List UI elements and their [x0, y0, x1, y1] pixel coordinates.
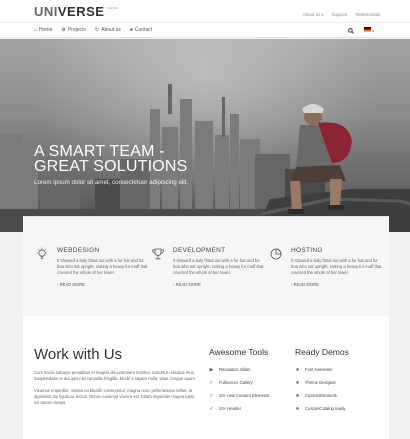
nav-item-contact[interactable]: ● Contact: [130, 27, 152, 33]
refresh-icon: ↻: [94, 27, 100, 33]
list-item[interactable]: ✓ 20+ Header: [209, 402, 269, 415]
language-selector[interactable]: [363, 27, 374, 34]
hero-title: A SMART TEAM - GREAT SOLUTIONS: [34, 143, 188, 175]
main-nav: ⌂ Home ⚙ Projects ↻ About us ● Contact: [34, 27, 152, 33]
work-paragraph: Cum sociis natoque penatibus et magnis d…: [34, 370, 197, 381]
list-item[interactable]: ★ Theme Designer: [295, 376, 346, 389]
site-logo[interactable]: UNIVERSETHEME: [34, 4, 118, 19]
list-item[interactable]: ★ CustomElements: [295, 389, 346, 402]
check-icon: ✓: [209, 405, 214, 412]
list-item[interactable]: ▶ Revolution Slider: [209, 363, 269, 376]
star-icon: ★: [295, 379, 300, 386]
search-icon[interactable]: [347, 27, 354, 34]
list-item[interactable]: ★ Font Awesome: [295, 363, 346, 376]
tools-list: ▶ Revolution Slider ✓ Fullscreen Gallery ✓…: [209, 363, 269, 415]
nav-item-label: About us: [101, 27, 121, 33]
check-icon: ✓: [209, 379, 214, 386]
tools-title: Awesome Tools: [209, 347, 269, 357]
nav-item-home[interactable]: ⌂ Home: [34, 27, 52, 33]
service-text: It showed a lady fitted out with a fur h…: [291, 258, 382, 275]
nav-item-label: Contact: [134, 27, 153, 33]
home-icon: ⌂: [34, 27, 38, 33]
nav-utilities: [347, 27, 374, 34]
top-link-about-us[interactable]: About us: [303, 12, 324, 17]
trophy-icon: [152, 248, 164, 260]
nav-item-label: Projects: [67, 27, 86, 33]
hero-banner: A SMART TEAM - GREAT SOLUTIONS Lorem ips…: [0, 39, 410, 232]
list-item[interactable]: ★ CustomCatalog ready: [295, 402, 345, 415]
work-with-us-title: Work with Us: [34, 346, 123, 363]
service-text: It showed a lady fitted out with a fur h…: [173, 258, 264, 275]
service-title: HOSTING: [291, 247, 323, 254]
demos-title: Ready Demos: [295, 347, 349, 357]
nav-item-about-us[interactable]: ↻ About us: [95, 27, 121, 33]
top-link-testimonials[interactable]: Testimonials: [355, 12, 380, 17]
lightbulb-icon: [36, 247, 48, 259]
service-title: WEBDESIGN: [57, 247, 100, 254]
read-more-link[interactable]: › READ MORE: [291, 282, 319, 287]
star-icon: ★: [295, 366, 300, 373]
nav-item-label: Home: [39, 27, 53, 33]
gears-icon: ⚙: [61, 27, 66, 33]
demos-list: ★ Font Awesome ★ Theme Designer ★ CustomEle…: [295, 363, 346, 415]
star-icon: ★: [295, 392, 300, 399]
city-skyline-image: [0, 84, 410, 232]
work-paragraph: Vivamus imperdiet, massa eu blandit cons…: [34, 388, 196, 405]
top-header: UNIVERSETHEME About us Support Testimoni…: [0, 0, 410, 22]
list-item[interactable]: ✓ 20+ new Content Elements: [209, 389, 269, 402]
list-item[interactable]: ✓ Fullscreen Gallery: [209, 376, 269, 389]
services-section: WEBDESIGN It showed a lady fitted out wi…: [23, 216, 389, 316]
read-more-link[interactable]: › READ MORE: [57, 282, 85, 287]
top-links: About us Support Testimonials: [303, 12, 380, 17]
star-icon: ★: [295, 405, 300, 412]
read-more-link[interactable]: › READ MORE: [173, 282, 201, 287]
nav-item-projects[interactable]: ⚙ Projects: [61, 27, 86, 33]
german-flag-icon: [363, 27, 371, 32]
service-text: It showed a lady fitted out with a fur h…: [57, 258, 148, 275]
play-icon: ▶: [209, 366, 214, 373]
content-section: Work with Us Cum sociis natoque penatibu…: [23, 316, 389, 439]
main-navbar: ⌂ Home ⚙ Projects ↻ About us ● Contact: [0, 22, 410, 38]
pie-chart-icon: [270, 248, 282, 260]
service-title: DEVELOPMENT: [173, 247, 226, 254]
hero-subtitle: Lorem ipsum dolor sit amet, consectetuer…: [34, 179, 189, 186]
user-icon: ●: [129, 27, 133, 33]
top-link-support[interactable]: Support: [331, 12, 347, 17]
check-icon: ✓: [209, 392, 214, 399]
